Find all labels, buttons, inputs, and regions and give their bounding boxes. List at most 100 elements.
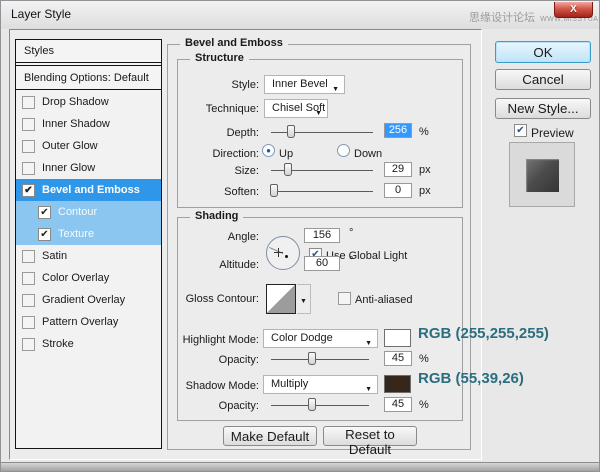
anti-aliased-checkbox[interactable] — [338, 292, 351, 305]
chevron-down-icon: ▼ — [315, 105, 322, 122]
sidebar-item-bevel-and-emboss[interactable]: ✔ Bevel and Emboss — [16, 179, 161, 201]
soften-slider[interactable] — [271, 191, 373, 192]
style-preview-thumbnail — [526, 159, 559, 192]
texture-checkbox[interactable]: ✔ — [38, 228, 51, 241]
technique-dropdown[interactable]: Chisel Soft ▼ — [264, 99, 328, 118]
ok-button[interactable]: OK — [495, 41, 591, 63]
shadow-color-swatch[interactable] — [384, 375, 411, 393]
gradient-overlay-checkbox[interactable] — [22, 294, 35, 307]
color-overlay-checkbox[interactable] — [22, 272, 35, 285]
direction-down-radio[interactable] — [337, 144, 350, 157]
highlight-mode-value: Color Dodge — [271, 332, 333, 344]
styles-header: Styles — [16, 40, 161, 63]
sidebar-item-label: Stroke — [42, 338, 74, 350]
shadow-opacity-label: Opacity: — [171, 400, 259, 412]
sidebar-item-drop-shadow[interactable]: Drop Shadow — [16, 91, 161, 113]
sidebar-item-stroke[interactable]: Stroke — [16, 333, 161, 355]
sidebar-item-inner-glow[interactable]: Inner Glow — [16, 157, 161, 179]
shadow-mode-label: Shadow Mode: — [171, 380, 259, 392]
altitude-label: Altitude: — [171, 259, 259, 271]
shadow-mode-dropdown[interactable]: Multiply ▼ — [263, 375, 378, 394]
highlight-mode-dropdown[interactable]: Color Dodge ▼ — [263, 329, 378, 348]
depth-unit: % — [419, 126, 429, 138]
sidebar-item-label: Pattern Overlay — [42, 316, 118, 328]
sidebar-item-outer-glow[interactable]: Outer Glow — [16, 135, 161, 157]
anti-aliased-label[interactable]: Anti-aliased — [355, 294, 412, 306]
sidebar-item-blending-options[interactable]: Blending Options: Default — [16, 67, 161, 90]
soften-unit: px — [419, 185, 431, 197]
sidebar-item-texture[interactable]: ✔ Texture — [16, 223, 161, 245]
highlight-mode-label: Highlight Mode: — [171, 334, 259, 346]
style-dropdown-value: Inner Bevel — [272, 78, 328, 90]
sidebar-item-label: Bevel and Emboss — [42, 184, 140, 196]
style-label: Style: — [171, 79, 259, 91]
direction-up-label[interactable]: Up — [279, 148, 293, 160]
title-bar: Layer Style 思缘设计论坛 WWW.MISSYUAN.COM X — [1, 1, 599, 29]
highlight-opacity-label: Opacity: — [171, 354, 259, 366]
highlight-opacity-field[interactable]: 45 — [384, 351, 412, 366]
drop-shadow-checkbox[interactable] — [22, 96, 35, 109]
technique-label: Technique: — [171, 103, 259, 115]
pattern-overlay-checkbox[interactable] — [22, 316, 35, 329]
stroke-checkbox[interactable] — [22, 338, 35, 351]
new-style-button[interactable]: New Style... — [495, 98, 591, 119]
size-unit: px — [419, 164, 431, 176]
preview-label[interactable]: Preview — [531, 126, 574, 140]
gloss-contour-thumbnail[interactable] — [266, 284, 296, 314]
inner-glow-checkbox[interactable] — [22, 162, 35, 175]
sidebar-item-pattern-overlay[interactable]: Pattern Overlay — [16, 311, 161, 333]
sidebar-item-label: Drop Shadow — [42, 96, 109, 108]
sidebar-item-inner-shadow[interactable]: Inner Shadow — [16, 113, 161, 135]
outer-glow-checkbox[interactable] — [22, 140, 35, 153]
sidebar-item-gradient-overlay[interactable]: Gradient Overlay — [16, 289, 161, 311]
sidebar-item-satin[interactable]: Satin — [16, 245, 161, 267]
close-icon[interactable]: X — [554, 2, 593, 18]
window-title: Layer Style — [11, 7, 71, 21]
altitude-value-field[interactable]: 60 — [304, 256, 340, 271]
angle-dial[interactable] — [266, 236, 300, 270]
angle-unit: ° — [349, 227, 353, 239]
bevel-emboss-checkbox[interactable]: ✔ — [22, 184, 35, 197]
soften-value-field[interactable]: 0 — [384, 183, 412, 198]
angle-value-field[interactable]: 156 — [304, 228, 340, 243]
highlight-color-swatch[interactable] — [384, 329, 411, 347]
satin-checkbox[interactable] — [22, 250, 35, 263]
reset-to-default-button[interactable]: Reset to Default — [323, 426, 417, 446]
sidebar-item-label: Outer Glow — [42, 140, 98, 152]
size-label: Size: — [171, 165, 259, 177]
highlight-opacity-slider[interactable] — [271, 359, 369, 360]
sidebar-item-contour[interactable]: ✔ Contour — [16, 201, 161, 223]
depth-label: Depth: — [171, 127, 259, 139]
inner-shadow-checkbox[interactable] — [22, 118, 35, 131]
soften-slider-thumb[interactable] — [270, 184, 278, 197]
size-slider-thumb[interactable] — [284, 163, 292, 176]
shadow-opacity-field[interactable]: 45 — [384, 397, 412, 412]
chevron-down-icon: ▼ — [365, 335, 372, 352]
shadow-opacity-thumb[interactable] — [308, 398, 316, 411]
preview-checkbox[interactable]: ✔ — [514, 124, 527, 137]
angle-label: Angle: — [171, 231, 259, 243]
watermark-cn: 思缘设计论坛 — [469, 12, 535, 24]
make-default-button[interactable]: Make Default — [223, 426, 317, 446]
style-dropdown[interactable]: Inner Bevel ▼ — [264, 75, 345, 94]
contour-checkbox[interactable]: ✔ — [38, 206, 51, 219]
depth-slider-thumb[interactable] — [287, 125, 295, 138]
direction-down-label[interactable]: Down — [354, 148, 382, 160]
depth-value-field[interactable]: 256 — [384, 123, 412, 138]
sidebar-separator — [16, 64, 161, 66]
sidebar-item-label: Contour — [58, 206, 97, 218]
styles-sidebar: Styles Blending Options: Default Drop Sh… — [15, 39, 162, 449]
crosshair-cursor-icon — [278, 248, 279, 257]
sidebar-item-label: Color Overlay — [42, 272, 109, 284]
sidebar-item-color-overlay[interactable]: Color Overlay — [16, 267, 161, 289]
size-value-field[interactable]: 29 — [384, 162, 412, 177]
shadow-opacity-slider[interactable] — [271, 405, 369, 406]
cancel-button[interactable]: Cancel — [495, 69, 591, 90]
depth-slider[interactable] — [271, 132, 373, 133]
gloss-contour-arrow[interactable]: ▼ — [297, 284, 311, 314]
highlight-opacity-thumb[interactable] — [308, 352, 316, 365]
structure-group-title: Structure — [190, 52, 249, 64]
direction-up-radio[interactable]: ● — [262, 144, 275, 157]
sidebar-item-label: Inner Shadow — [42, 118, 110, 130]
size-slider[interactable] — [271, 170, 373, 171]
